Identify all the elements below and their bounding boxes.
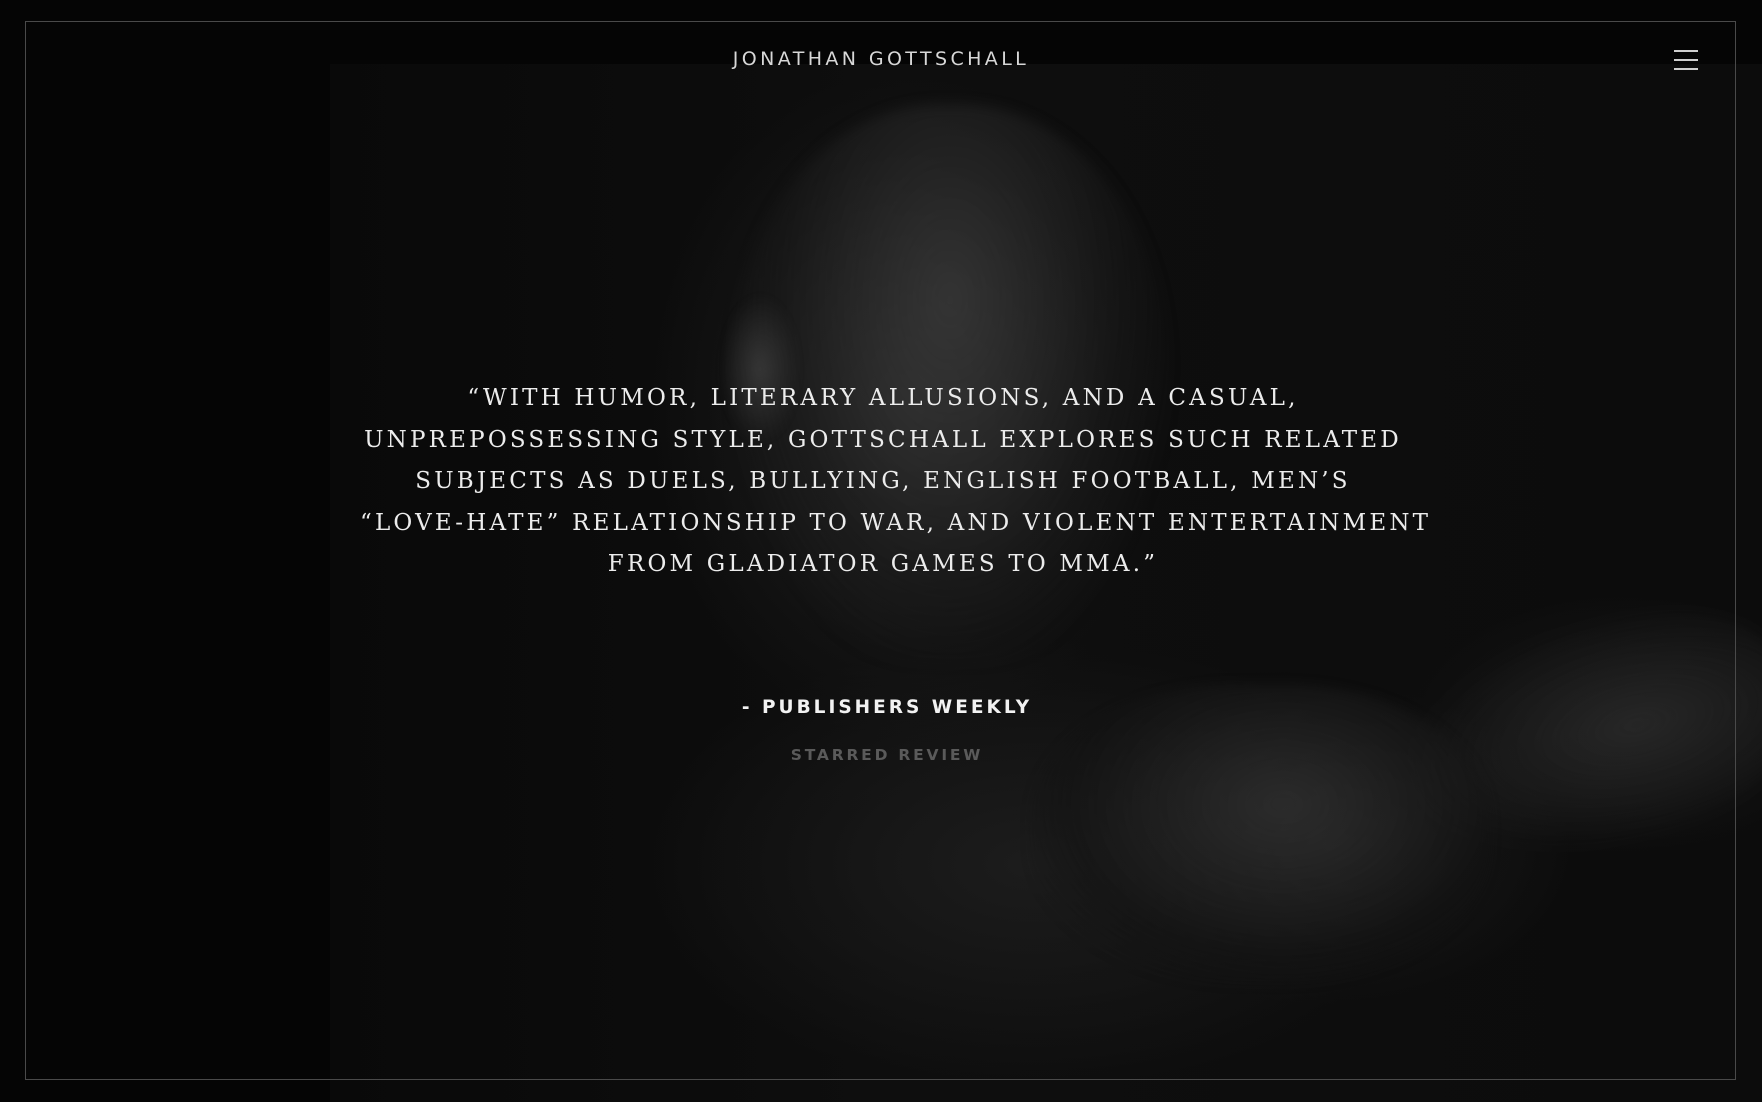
menu-line-top	[1674, 50, 1698, 52]
menu-line-bottom	[1674, 68, 1698, 70]
hamburger-menu-icon[interactable]	[1672, 47, 1700, 75]
review-quote: “WITH HUMOR, LITERARY ALLUSIONS, AND A C…	[360, 378, 1432, 586]
site-title[interactable]: JONATHAN GOTTSCHALL	[0, 48, 1762, 70]
quote-subtitle: STARRED REVIEW	[790, 746, 984, 764]
quote-line: “WITH HUMOR, LITERARY ALLUSIONS, AND A C…	[467, 385, 1299, 411]
photo-boxing-glove	[1030, 684, 1490, 984]
quote-attribution: - PUBLISHERS WEEKLY	[741, 697, 1033, 718]
quote-line: UNPREPOSSESSING STYLE, GOTTSCHALL EXPLOR…	[364, 426, 1402, 453]
page: JONATHAN GOTTSCHALL “WITH HUMOR, LITERAR…	[0, 0, 1762, 1102]
quote-line: FROM GLADIATOR GAMES TO MMA.”	[607, 551, 1159, 577]
quote-line: “LOVE-HATE” RELATIONSHIP TO WAR, AND VIO…	[360, 509, 1432, 536]
menu-line-middle	[1674, 59, 1698, 61]
quote-line: SUBJECTS AS DUELS, BULLYING, ENGLISH FOO…	[415, 468, 1351, 494]
